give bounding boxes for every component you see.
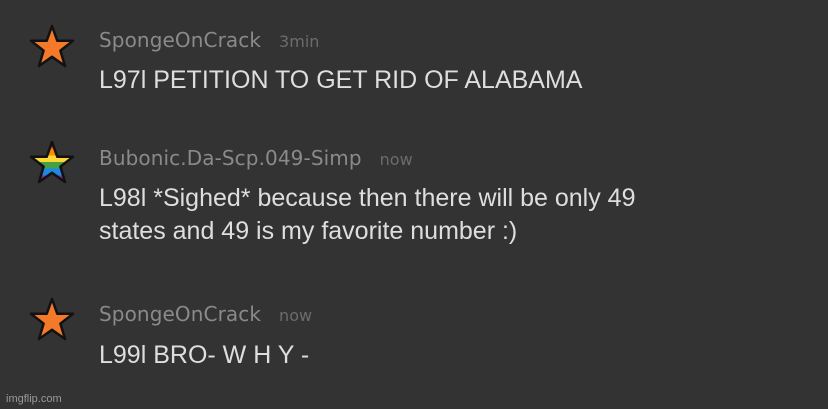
message-line: L98l *Sighed* because then there will be… [99,184,636,212]
rainbow-star-icon [29,140,75,184]
orange-star-icon [29,24,75,68]
message-text: L98l *Sighed* because then there will be… [99,182,799,248]
timestamp: now [279,306,313,325]
avatar[interactable] [29,297,75,343]
avatar[interactable] [29,140,75,186]
message-line: states and 49 is my favorite number :) [99,217,518,245]
message-line: L97l PETITION TO GET RID OF ALABAMA [99,66,583,94]
username[interactable]: SpongeOnCrack [99,28,261,52]
timestamp: now [379,150,413,169]
watermark: imgflip.com [6,393,62,405]
orange-star-icon [29,297,75,341]
timestamp: 3min [279,32,320,51]
message-text: L99l BRO- W H Y - [99,339,799,372]
message-text: L97l PETITION TO GET RID OF ALABAMA [99,64,799,97]
avatar[interactable] [29,24,75,70]
message-line: L99l BRO- W H Y - [99,341,310,369]
username[interactable]: Bubonic.Da-Scp.049-Simp [99,146,362,170]
username[interactable]: SpongeOnCrack [99,302,261,326]
